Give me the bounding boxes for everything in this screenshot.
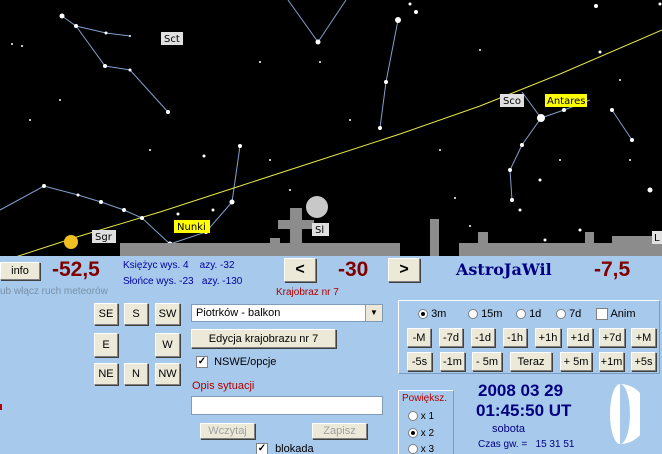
zoom-option-x3[interactable]: x 3 xyxy=(408,444,434,454)
save-button[interactable]: Zapisz xyxy=(312,423,367,439)
load-button[interactable]: Wczytaj xyxy=(200,423,255,439)
anim-option[interactable]: Anim xyxy=(596,308,636,321)
step-minus-1m-button[interactable]: -1m xyxy=(440,352,465,371)
label-sl: Sl xyxy=(315,225,324,236)
direction-w-button[interactable]: W xyxy=(155,333,180,357)
step-minus-7d-button[interactable]: -7d xyxy=(439,328,463,347)
step-plus-month-button[interactable]: +M xyxy=(631,328,656,347)
anim-checkbox[interactable] xyxy=(596,308,608,321)
app-title: AstroJaWil xyxy=(456,260,552,279)
next-button[interactable]: > xyxy=(388,258,420,282)
step-plus-1h-button[interactable]: +1h xyxy=(535,328,561,347)
moon-marker[interactable] xyxy=(306,196,328,218)
step-minus-5s-button[interactable]: -5s xyxy=(407,352,432,371)
sun-marker[interactable] xyxy=(64,235,78,249)
label-cut: L xyxy=(654,233,660,244)
prev-button[interactable]: < xyxy=(284,258,316,282)
nswe-label: NSWE/opcje xyxy=(214,356,277,368)
zoom-option-x2[interactable]: x 2 xyxy=(408,428,434,439)
landscape-number: Krajobraz nr 7 xyxy=(276,287,339,298)
zoom-x2-label: x 2 xyxy=(420,428,435,439)
direction-n-button[interactable]: N xyxy=(124,363,148,385)
direction-nw-button[interactable]: NW xyxy=(155,363,180,385)
date-display: 2008 03 29 xyxy=(478,381,564,400)
direction-e-button[interactable]: E xyxy=(94,333,118,357)
description-input[interactable] xyxy=(191,396,383,415)
edit-landscape-button[interactable]: Edycja krajobrazu nr 7 xyxy=(191,329,336,348)
step-7d-label: 7d xyxy=(569,308,582,320)
info-button[interactable]: info xyxy=(0,262,40,280)
moon-info: Księżyc wys. 4 azy. -32 xyxy=(123,260,235,271)
azimuth-value: -52,5 xyxy=(52,258,100,281)
step-1d-label: 1d xyxy=(529,308,542,320)
label-sco: Sco xyxy=(503,96,521,107)
altitude-value: -30 xyxy=(338,258,369,281)
step-15m-label: 15m xyxy=(481,308,503,320)
moon-phase-icon xyxy=(610,384,640,444)
lock-checkbox[interactable]: ✓ xyxy=(256,443,268,454)
label-sgr: Sgr xyxy=(95,232,113,243)
step-plus-1m-button[interactable]: +1m xyxy=(599,352,624,371)
nswe-option[interactable]: ✓ NSWE/opcje xyxy=(196,356,277,369)
right-value: -7,5 xyxy=(594,258,631,281)
left-edge-mark xyxy=(0,404,2,410)
description-label: Opis sytuacji xyxy=(192,380,255,392)
step-plus-1d-button[interactable]: +1d xyxy=(567,328,593,347)
step-plus-5s-button[interactable]: +5s xyxy=(631,352,656,371)
step-option-15m[interactable]: 15m xyxy=(468,308,502,320)
zoom-option-x1[interactable]: x 1 xyxy=(408,411,434,422)
step-minus-month-button[interactable]: -M xyxy=(407,328,431,347)
direction-ne-button[interactable]: NE xyxy=(94,363,118,385)
anim-label: Anim xyxy=(610,308,636,320)
lock-label: blokada xyxy=(275,443,314,454)
chevron-down-icon[interactable]: ▼ xyxy=(365,305,382,321)
zoom-x3-label: x 3 xyxy=(420,444,435,454)
nswe-checkbox[interactable]: ✓ xyxy=(196,356,208,369)
step-option-3m[interactable]: 3m xyxy=(418,308,446,320)
now-button[interactable]: Teraz xyxy=(510,352,552,371)
step-minus-1d-button[interactable]: -1d xyxy=(471,328,495,347)
meteor-hint: ub włącz ruch meteorów xyxy=(0,286,108,297)
direction-s-button[interactable]: S xyxy=(124,303,148,325)
step-plus-5m-button[interactable]: + 5m xyxy=(560,352,592,371)
direction-se-button[interactable]: SE xyxy=(94,303,118,325)
lock-option[interactable]: ✓ blokada xyxy=(256,443,314,454)
label-nunki: Nunki xyxy=(177,222,206,233)
step-option-7d[interactable]: 7d xyxy=(556,308,581,320)
sun-info: Słońce wys. -23 azy. -130 xyxy=(123,276,243,287)
landscape-select[interactable]: Piotrków - balkon ▼ xyxy=(191,304,383,322)
sky-view[interactable]: Sct Sco Sgr Sl Antares Nunki L xyxy=(0,0,662,256)
step-minus-5m-button[interactable]: - 5m xyxy=(472,352,502,371)
landscape-select-value: Piotrków - balkon xyxy=(196,307,281,319)
time-display: 01:45:50 UT xyxy=(476,401,572,420)
label-sct: Sct xyxy=(164,34,180,45)
step-plus-7d-button[interactable]: +7d xyxy=(599,328,625,347)
label-antares: Antares xyxy=(547,96,585,107)
zoom-x1-label: x 1 xyxy=(420,411,435,422)
control-panel: info -52,5 Księżyc wys. 4 azy. -32 Słońc… xyxy=(0,256,662,454)
weekday-display: sobota xyxy=(492,423,526,435)
zoom-label: Powiększ. xyxy=(402,393,448,404)
direction-sw-button[interactable]: SW xyxy=(155,303,180,325)
step-option-1d[interactable]: 1d xyxy=(516,308,541,320)
step-3m-label: 3m xyxy=(431,308,447,320)
step-minus-1h-button[interactable]: -1h xyxy=(503,328,527,347)
sidereal-time: Czas gw. = 15 31 51 xyxy=(478,439,575,450)
